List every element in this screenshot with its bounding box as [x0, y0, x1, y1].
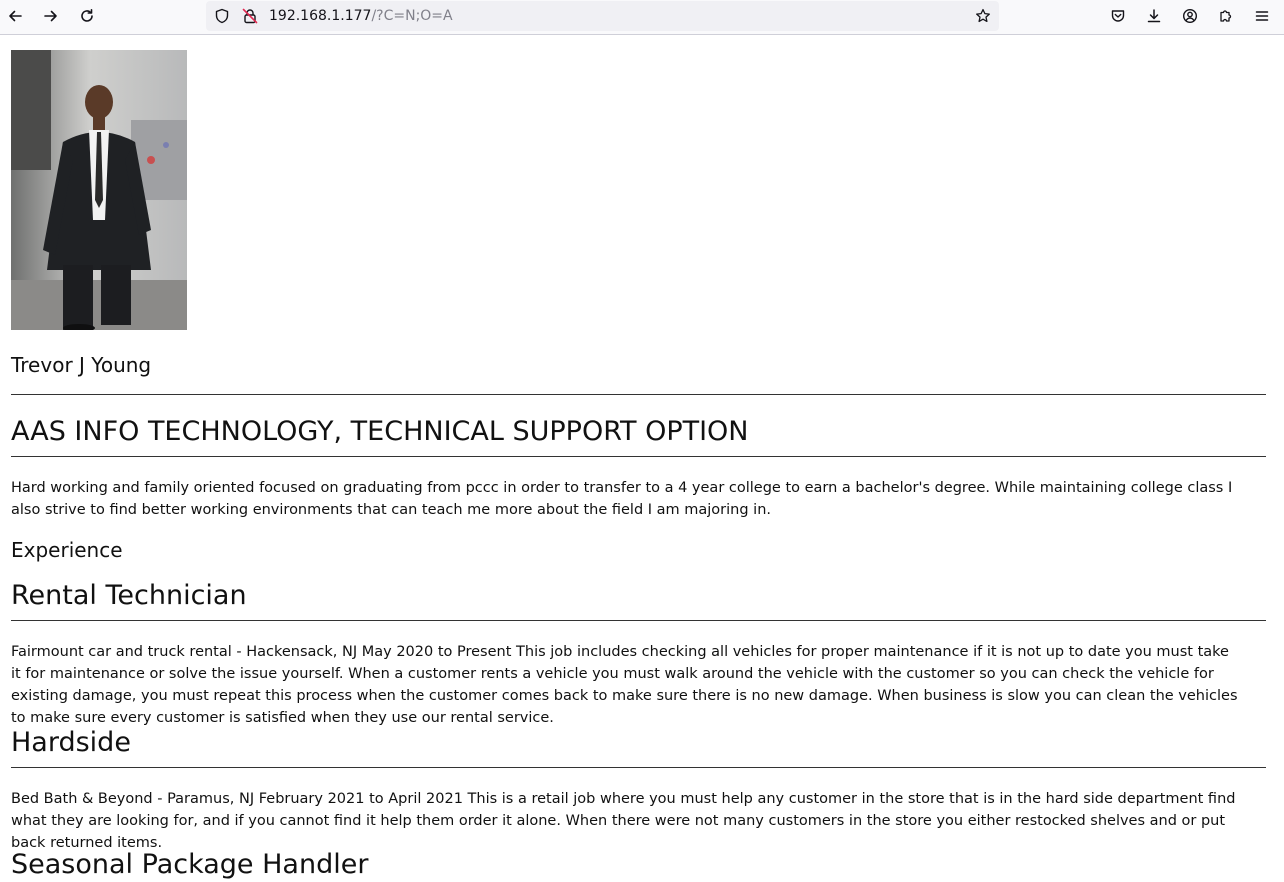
divider [11, 394, 1266, 395]
puzzle-icon [1220, 10, 1232, 22]
hamburger-menu-icon [1255, 11, 1269, 21]
address-bar[interactable]: 192.168.1.177/?C=N;O=A [206, 1, 999, 31]
extensions-button[interactable] [1213, 4, 1239, 28]
experience-heading: Experience [11, 538, 123, 562]
pocket-button[interactable] [1105, 4, 1131, 28]
forward-arrow-icon [44, 10, 57, 22]
menu-button[interactable] [1249, 4, 1275, 28]
forward-button[interactable] [38, 4, 64, 28]
account-icon [1182, 8, 1198, 24]
divider [11, 620, 1266, 621]
account-button[interactable] [1177, 4, 1203, 28]
star-icon[interactable] [975, 8, 991, 24]
profile-name: Trevor J Young [11, 353, 152, 377]
job-description-hardside: Bed Bath & Beyond - Paramus, NJ February… [11, 791, 1236, 851]
job-title-hardside: Hardside [11, 727, 131, 758]
reload-button[interactable] [74, 4, 100, 28]
download-icon [1147, 9, 1161, 23]
insecure-lock-icon[interactable] [242, 8, 258, 24]
url-path: /?C=N;O=A [371, 8, 453, 24]
reload-icon [81, 9, 93, 22]
url-text[interactable]: 192.168.1.177/?C=N;O=A [269, 8, 453, 24]
job-title-rental-technician: Rental Technician [11, 580, 247, 611]
shield-icon[interactable] [214, 8, 230, 24]
divider [11, 456, 1266, 457]
url-host: 192.168.1.177 [269, 8, 372, 24]
job-title-seasonal-package-handler: Seasonal Package Handler [11, 849, 369, 880]
browser-toolbar: 192.168.1.177/?C=N;O=A [0, 0, 1284, 35]
back-arrow-icon [9, 10, 22, 22]
job-description-rental-technician: Fairmount car and truck rental - Hackens… [11, 644, 1238, 726]
divider [11, 767, 1266, 768]
summary-paragraph: Hard working and family oriented focused… [11, 480, 1233, 518]
downloads-button[interactable] [1141, 4, 1167, 28]
back-button[interactable] [2, 4, 28, 28]
pocket-icon [1111, 10, 1125, 22]
degree-heading: AAS INFO TECHNOLOGY, TECHNICAL SUPPORT O… [11, 416, 749, 447]
profile-photo [11, 50, 187, 330]
